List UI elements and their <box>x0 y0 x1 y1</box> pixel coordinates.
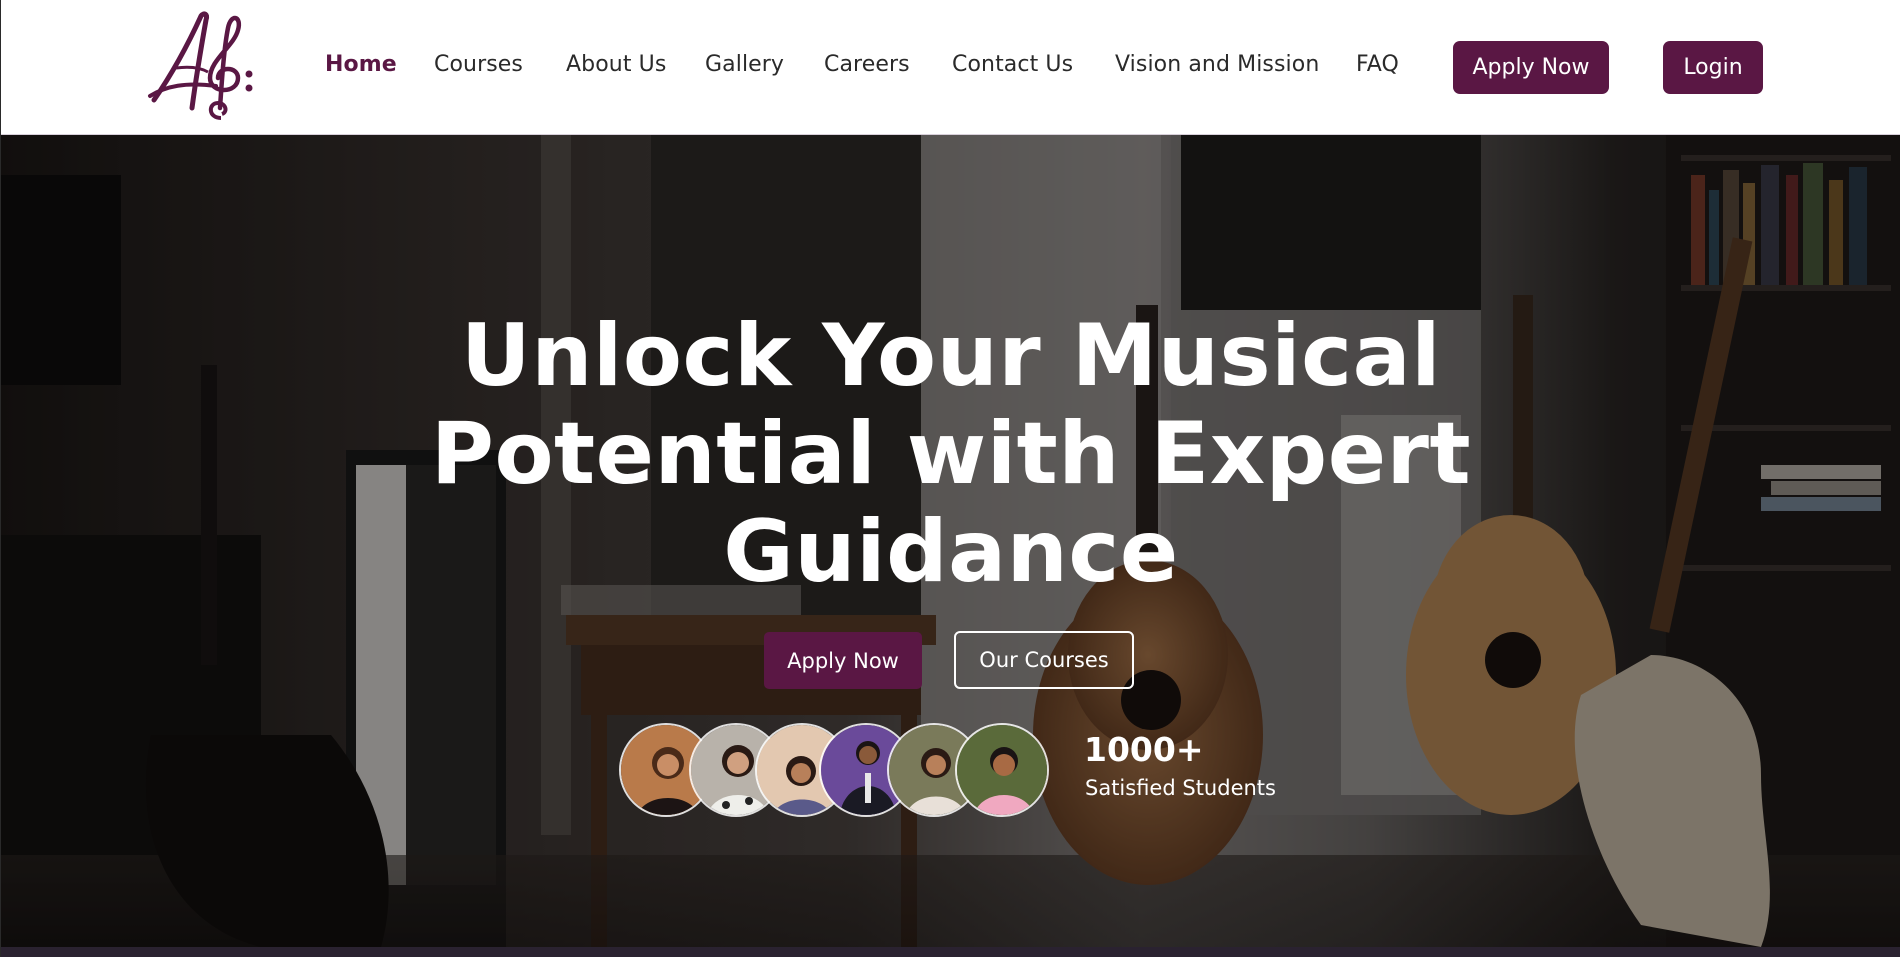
hero-apply-now-button[interactable]: Apply Now <box>764 632 922 689</box>
our-courses-button[interactable]: Our Courses <box>954 631 1134 689</box>
logo-icon[interactable] <box>146 8 261 126</box>
student-avatar <box>955 723 1049 817</box>
hero-section: Unlock Your Musical Potential with Exper… <box>1 135 1900 947</box>
page-frame: Home Courses About Us Gallery Careers Co… <box>0 0 1900 957</box>
students-label: Satisfied Students <box>1085 776 1276 800</box>
hero-title: Unlock Your Musical Potential with Exper… <box>401 307 1501 601</box>
nav-faq[interactable]: FAQ <box>1356 52 1399 77</box>
nav-contact-us[interactable]: Contact Us <box>952 52 1073 77</box>
site-header: Home Courses About Us Gallery Careers Co… <box>1 0 1900 135</box>
nav-about-us[interactable]: About Us <box>566 52 666 77</box>
header-apply-now-button[interactable]: Apply Now <box>1453 41 1609 94</box>
nav-careers[interactable]: Careers <box>824 52 910 77</box>
page-bottom-strip <box>1 947 1900 957</box>
student-avatars <box>619 723 1059 817</box>
hero-title-line-3: Guidance <box>723 502 1179 602</box>
nav-courses[interactable]: Courses <box>434 52 523 77</box>
nav-gallery[interactable]: Gallery <box>705 52 784 77</box>
students-count: 1000+ <box>1084 730 1204 769</box>
hero-title-line-2: Potential with Expert <box>430 404 1472 504</box>
hero-title-line-1: Unlock Your Musical <box>460 306 1442 406</box>
login-button[interactable]: Login <box>1663 41 1763 94</box>
nav-home[interactable]: Home <box>325 52 397 77</box>
nav-vision-and-mission[interactable]: Vision and Mission <box>1115 52 1319 77</box>
